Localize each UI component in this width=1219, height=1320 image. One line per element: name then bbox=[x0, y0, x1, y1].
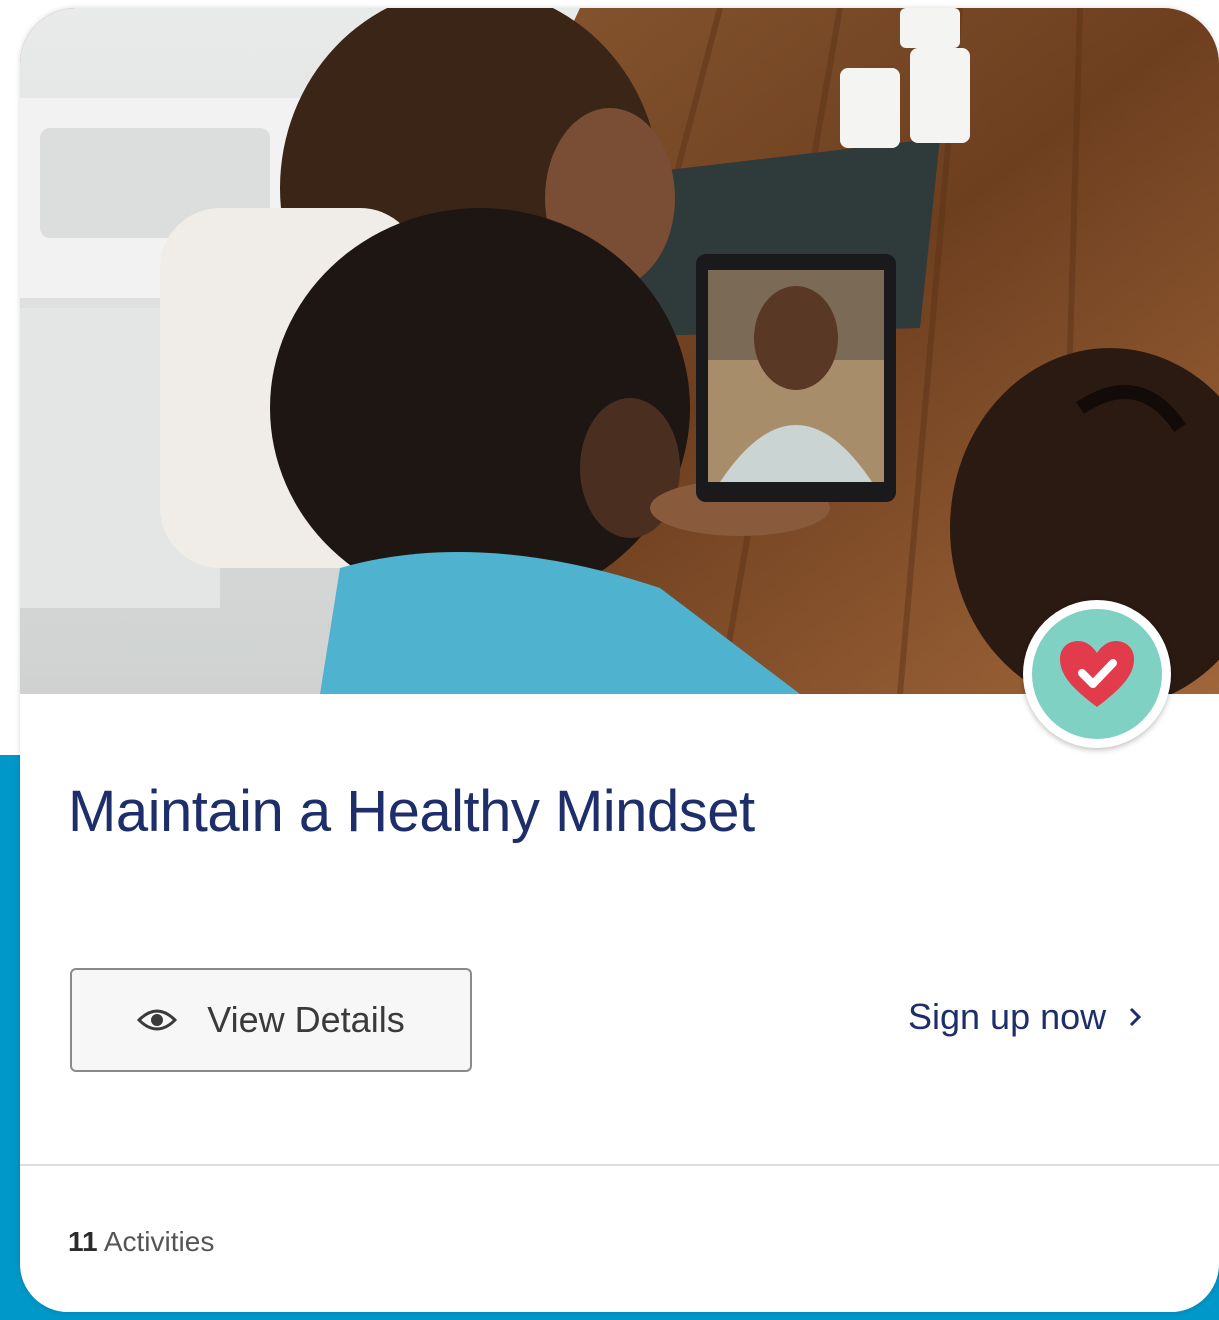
heart-check-icon bbox=[1058, 639, 1136, 709]
view-details-button[interactable]: View Details bbox=[70, 968, 472, 1072]
program-title: Maintain a Healthy Mindset bbox=[68, 779, 755, 844]
eye-icon bbox=[137, 1008, 178, 1032]
program-card: Maintain a Healthy Mindset View Details … bbox=[20, 8, 1219, 1312]
activities-summary: 11 Activities bbox=[68, 1226, 214, 1258]
page-stage: Maintain a Healthy Mindset View Details … bbox=[0, 0, 1219, 1320]
activities-label: Activities bbox=[103, 1226, 215, 1257]
program-hero-image bbox=[20, 8, 1219, 694]
card-divider bbox=[20, 1164, 1219, 1166]
chevron-right-icon bbox=[1128, 1006, 1142, 1028]
view-details-label: View Details bbox=[207, 999, 405, 1040]
badge-background bbox=[1032, 609, 1162, 739]
activities-count: 11 bbox=[68, 1226, 98, 1257]
sign-up-link[interactable]: Sign up now bbox=[908, 996, 1142, 1038]
program-badge bbox=[1023, 600, 1171, 748]
sign-up-label: Sign up now bbox=[908, 996, 1107, 1037]
